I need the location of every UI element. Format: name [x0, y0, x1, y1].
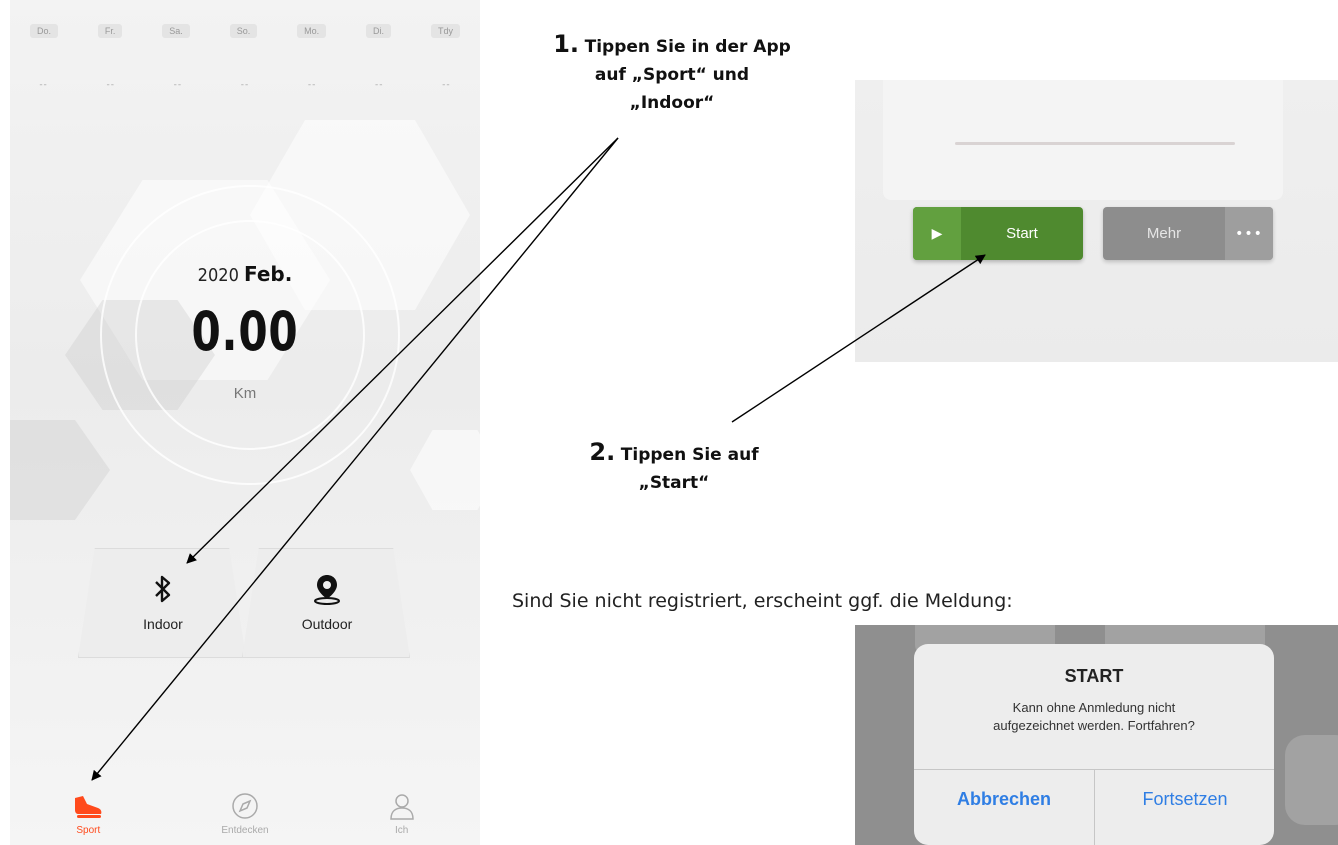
weekday-chip[interactable]: Fr.: [97, 24, 123, 38]
weekday-chip[interactable]: Di.: [366, 24, 392, 38]
weekday-value: --: [307, 80, 317, 90]
progress-line: [955, 142, 1235, 145]
indoor-label: Indoor: [143, 616, 183, 632]
dialog-message-line2: aufgezeichnet werden. Fortfahren?: [993, 718, 1195, 733]
tab-sport-label: Sport: [76, 825, 101, 836]
step1-text-line2: auf „Sport“ und: [594, 65, 750, 85]
distance-unit: Km: [233, 385, 257, 402]
tab-entdecken-label: Entdecken: [221, 825, 269, 836]
weekday-value: --: [375, 80, 384, 90]
sport-app-screenshot: Do. Fr. Sa. So. Mo. Di. Tdy -- -- -- -- …: [10, 0, 480, 845]
weekday-values-row: -- -- -- -- -- -- --: [10, 80, 480, 90]
weekday-chip[interactable]: So.: [229, 24, 258, 38]
dialog-screenshot: START Kann ohne Anmledung nicht aufgezei…: [855, 625, 1338, 845]
step2-instruction: 2. Tippen Sie auf „Start“: [556, 438, 792, 497]
tab-entdecken[interactable]: Entdecken: [190, 790, 300, 845]
step1-number: 1.: [553, 30, 580, 58]
distance-value: 0.00: [191, 300, 299, 363]
background-tile: [1285, 735, 1338, 825]
month-name: Feb.: [243, 262, 293, 286]
play-icon: ▶: [913, 207, 961, 260]
weekday-value: --: [442, 80, 451, 90]
weekday-chip[interactable]: Tdy: [430, 24, 460, 38]
step1-text-line3: „Indoor“: [629, 93, 715, 113]
decor-hexagon: [410, 430, 480, 510]
weekday-chip[interactable]: Do.: [29, 24, 58, 38]
bottom-tab-bar: Sport Entdecken Ich: [10, 790, 480, 845]
outdoor-button[interactable]: Outdoor: [262, 572, 392, 632]
bluetooth-icon: [98, 572, 228, 606]
tab-sport[interactable]: Sport: [33, 790, 143, 845]
weekday-value: --: [240, 80, 250, 90]
start-button-label: Start: [1006, 225, 1038, 242]
alert-dialog: START Kann ohne Anmledung nicht aufgezei…: [914, 644, 1274, 845]
weekday-value: --: [106, 80, 115, 90]
year-label: 2020: [197, 265, 239, 286]
user-icon: [347, 790, 457, 820]
compass-icon: [190, 790, 300, 820]
cancel-button[interactable]: Abbrechen: [914, 769, 1094, 829]
weekday-row: Do. Fr. Sa. So. Mo. Di. Tdy: [10, 24, 480, 38]
more-button-label: Mehr: [1146, 225, 1182, 242]
step1-text-line1: Tippen Sie in der App: [584, 37, 791, 57]
ellipsis-icon: •••: [1225, 207, 1273, 260]
step2-number: 2.: [589, 438, 616, 466]
registration-note: Sind Sie nicht registriert, erscheint gg…: [512, 590, 1013, 612]
tab-ich-label: Ich: [394, 825, 409, 836]
step2-text-line2: „Start“: [638, 473, 710, 493]
decor-hexagon: [10, 420, 110, 520]
outdoor-label: Outdoor: [301, 616, 353, 632]
dialog-message-line1: Kann ohne Anmledung nicht: [1012, 700, 1176, 715]
month-label: 2020 Feb.: [10, 262, 480, 286]
weekday-chip[interactable]: Mo.: [297, 24, 327, 38]
start-screen-screenshot: ▶ Start Mehr •••: [855, 80, 1338, 362]
dialog-message: Kann ohne Anmledung nicht aufgezeichnet …: [914, 699, 1274, 735]
dialog-title: START: [1064, 666, 1124, 686]
tab-ich[interactable]: Ich: [347, 790, 457, 845]
shoe-icon: [33, 790, 143, 820]
weekday-value: --: [39, 80, 48, 90]
weekday-value: --: [173, 80, 183, 90]
more-button[interactable]: Mehr •••: [1103, 207, 1273, 260]
indoor-button[interactable]: Indoor: [98, 572, 228, 632]
card-panel: [883, 80, 1283, 200]
continue-button[interactable]: Fortsetzen: [1095, 769, 1274, 829]
step1-instruction: 1. Tippen Sie in der App auf „Sport“ und…: [512, 30, 832, 117]
location-pin-icon: [262, 572, 392, 606]
start-button[interactable]: ▶ Start: [913, 207, 1083, 260]
weekday-chip[interactable]: Sa.: [162, 24, 190, 38]
step2-text-line1: Tippen Sie auf: [620, 445, 759, 465]
